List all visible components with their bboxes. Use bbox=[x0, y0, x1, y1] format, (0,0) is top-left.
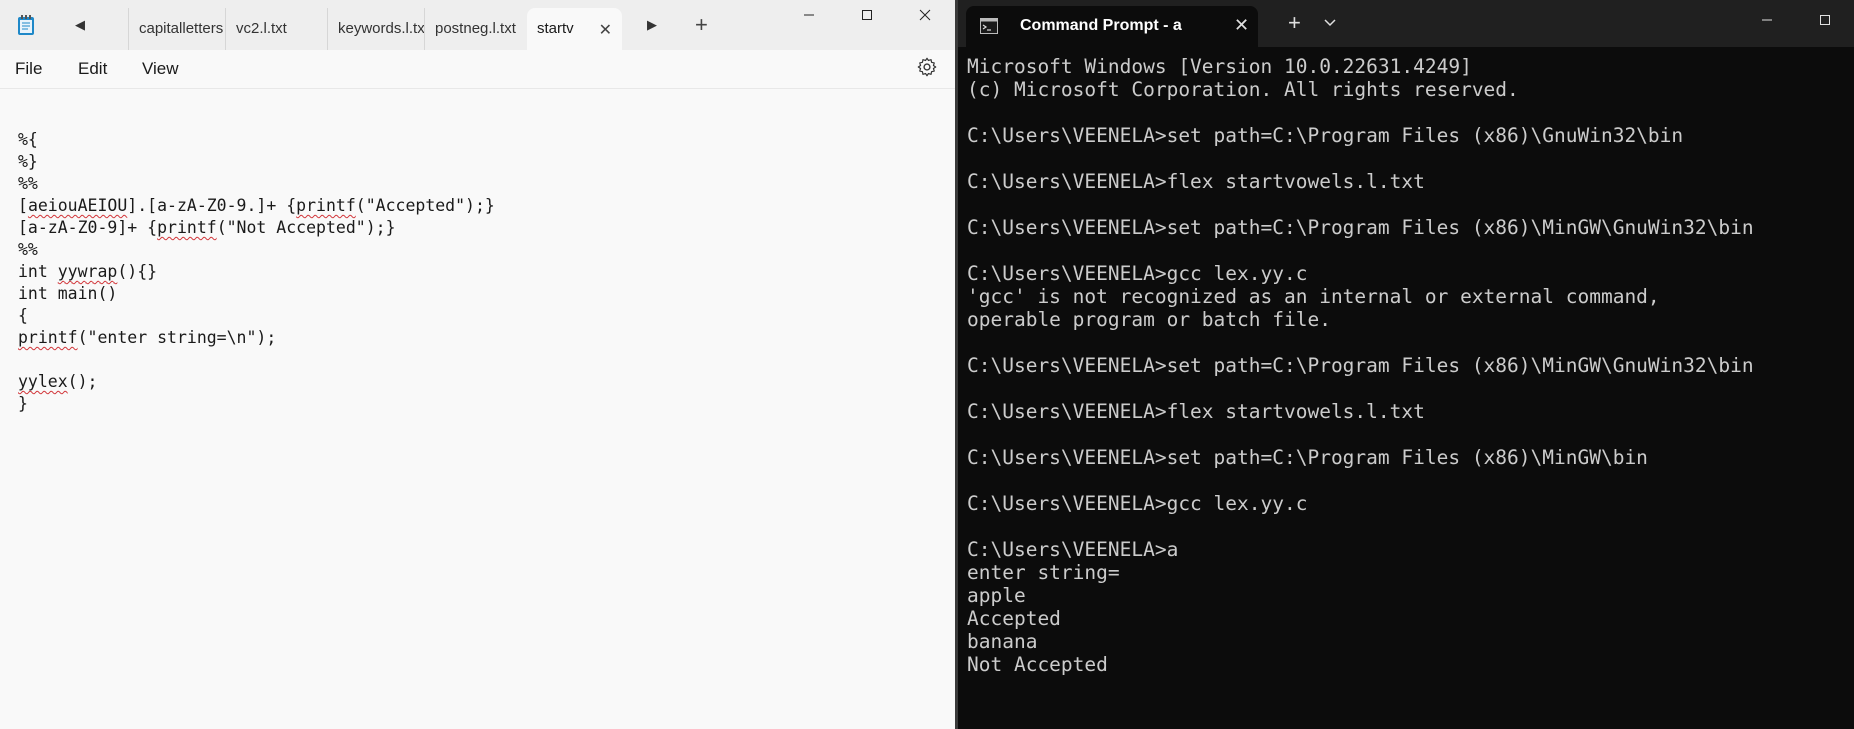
tab-capitalletters[interactable]: capitalletters bbox=[128, 8, 225, 50]
terminal-line: C:\Users\VEENELA>set path=C:\Program Fil… bbox=[967, 216, 1754, 239]
new-tab-button[interactable]: + bbox=[1288, 10, 1301, 36]
tab-label: postneg.l.txt bbox=[435, 20, 516, 37]
code-line: [a-zA-Z0-9]+ {printf("Not Accepted");} bbox=[18, 218, 396, 237]
code-line: %% bbox=[18, 174, 38, 193]
text-editor[interactable]: %{ %} %% [aeiouAEIOU].[a-zA-Z0-9.]+ {pri… bbox=[0, 89, 955, 729]
terminal-line: (c) Microsoft Corporation. All rights re… bbox=[967, 78, 1519, 101]
terminal-line: C:\Users\VEENELA>a bbox=[967, 538, 1179, 561]
terminal-line: C:\Users\VEENELA>set path=C:\Program Fil… bbox=[967, 124, 1684, 147]
tab-postneg[interactable]: postneg.l.txt bbox=[424, 8, 527, 50]
terminal-line: enter string= bbox=[967, 561, 1120, 584]
notepad-icon bbox=[18, 15, 34, 35]
close-icon[interactable]: ✕ bbox=[1234, 15, 1249, 36]
maximize-icon bbox=[1820, 15, 1830, 25]
menu-edit[interactable]: Edit bbox=[78, 59, 107, 79]
tab-label: keywords.l.txt bbox=[338, 20, 424, 37]
spellcheck-word: printf bbox=[18, 328, 78, 347]
gear-icon[interactable] bbox=[916, 56, 938, 78]
menu-bar: File Edit View bbox=[0, 50, 955, 89]
spellcheck-word: aeiouAEIOU bbox=[27, 196, 128, 215]
terminal-line: C:\Users\VEENELA>gcc lex.yy.c bbox=[967, 262, 1308, 285]
terminal-line: C:\Users\VEENELA>gcc lex.yy.c bbox=[967, 492, 1308, 515]
terminal-line: C:\Users\VEENELA>set path=C:\Program Fil… bbox=[967, 354, 1754, 377]
close-icon bbox=[919, 9, 931, 21]
spellcheck-word: yylex bbox=[18, 372, 68, 391]
code-line: printf("enter string=\n"); bbox=[18, 328, 277, 347]
maximize-button[interactable] bbox=[838, 0, 896, 30]
minimize-icon bbox=[804, 14, 814, 16]
spellcheck-word: printf bbox=[157, 218, 217, 237]
new-tab-button[interactable]: + bbox=[695, 12, 708, 38]
close-icon[interactable]: ✕ bbox=[599, 20, 612, 40]
code-line: %% bbox=[18, 240, 38, 259]
terminal-line: operable program or batch file. bbox=[967, 308, 1331, 331]
chevron-right-icon[interactable]: ▶ bbox=[642, 14, 662, 36]
tab-vc2[interactable]: vc2.l.txt bbox=[225, 8, 327, 50]
terminal-titlebar: Command Prompt - a ✕ + bbox=[958, 0, 1854, 47]
tab-command-prompt[interactable]: Command Prompt - a ✕ bbox=[966, 6, 1258, 47]
chevron-down-icon[interactable] bbox=[1322, 14, 1338, 30]
spellcheck-word: printf bbox=[296, 196, 356, 215]
tab-title: Command Prompt - a bbox=[1020, 17, 1182, 34]
code-line: yylex(); bbox=[18, 372, 98, 391]
terminal-line: Not Accepted bbox=[967, 653, 1108, 676]
tab-label: capitalletters bbox=[139, 20, 224, 37]
code-line: { bbox=[18, 306, 28, 325]
terminal-window: Command Prompt - a ✕ + Microsoft Windows… bbox=[958, 0, 1854, 729]
maximize-icon bbox=[862, 10, 872, 20]
terminal-line: C:\Users\VEENELA>set path=C:\Program Fil… bbox=[967, 446, 1648, 469]
close-button[interactable] bbox=[896, 0, 954, 30]
code-line: %} bbox=[18, 152, 38, 171]
code-line: int yywrap(){} bbox=[18, 262, 158, 281]
terminal-line: Accepted bbox=[967, 607, 1061, 630]
notepad-window: ◀ capitalletters vc2.l.txt keywords.l.tx… bbox=[0, 0, 955, 729]
tab-startvowels[interactable]: startv ✕ bbox=[527, 8, 622, 50]
minimize-icon bbox=[1762, 19, 1772, 21]
terminal-line: banana bbox=[967, 630, 1038, 653]
code-line: [aeiouAEIOU].[a-zA-Z0-9.]+ {printf("Acce… bbox=[18, 196, 495, 215]
notepad-titlebar: ◀ capitalletters vc2.l.txt keywords.l.tx… bbox=[0, 0, 955, 50]
code-line: } bbox=[18, 394, 28, 413]
terminal-line: C:\Users\VEENELA>flex startvowels.l.txt bbox=[967, 170, 1425, 193]
chevron-left-icon[interactable]: ◀ bbox=[70, 14, 90, 36]
terminal-line: Microsoft Windows [Version 10.0.22631.42… bbox=[967, 55, 1472, 78]
spellcheck-word: yywrap bbox=[57, 262, 118, 281]
terminal-line: 'gcc' is not recognized as an internal o… bbox=[967, 285, 1660, 308]
command-prompt-icon bbox=[980, 18, 998, 34]
terminal-line: C:\Users\VEENELA>flex startvowels.l.txt bbox=[967, 400, 1425, 423]
terminal-line: apple bbox=[967, 584, 1026, 607]
minimize-button[interactable] bbox=[780, 0, 838, 30]
tab-label: vc2.l.txt bbox=[236, 20, 287, 37]
tab-label: startv bbox=[537, 20, 574, 37]
minimize-button[interactable] bbox=[1738, 0, 1796, 40]
code-line: %{ bbox=[18, 130, 38, 149]
maximize-button[interactable] bbox=[1796, 0, 1854, 40]
tab-keywords[interactable]: keywords.l.txt bbox=[327, 8, 424, 50]
code-line: int main() bbox=[18, 284, 118, 303]
menu-file[interactable]: File bbox=[15, 59, 42, 79]
menu-view[interactable]: View bbox=[142, 59, 179, 79]
